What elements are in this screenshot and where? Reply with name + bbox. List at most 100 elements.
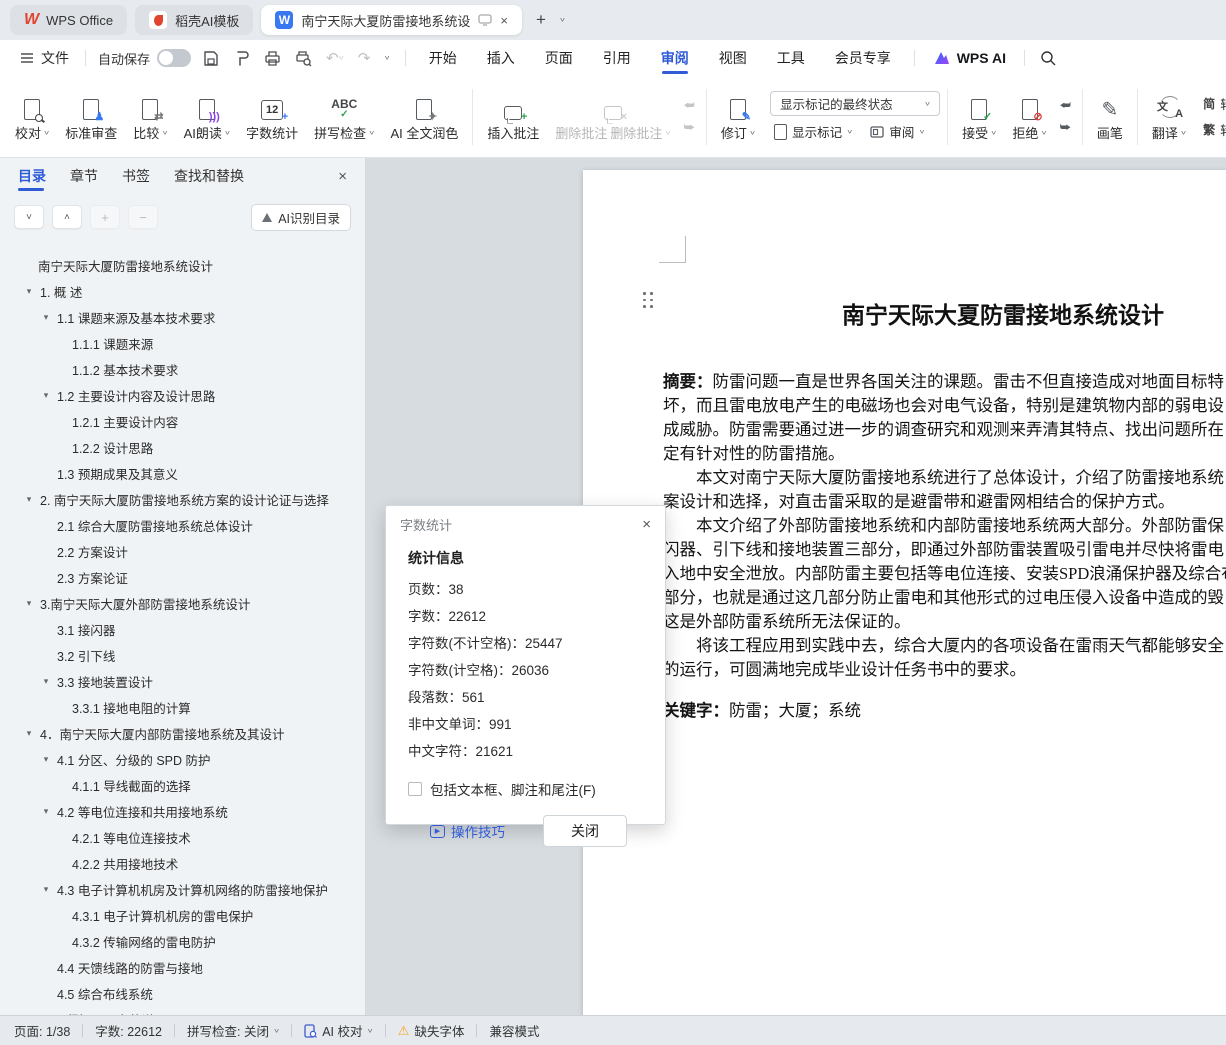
document-text-line[interactable]: 本文对南宁天际大厦防雷接地系统进行了总体设计，介绍了防雷接地系统 xyxy=(663,466,1226,490)
document-text-line[interactable]: 部分，也就是通过这几部分防止雷电和其他形式的过电压侵入设备中造成的毁 xyxy=(663,586,1226,610)
toc-item[interactable]: ▾ 4．南宁天际大厦内部防雷接地系统及其设计 xyxy=(0,720,359,746)
toc-item[interactable]: ▾ 4.2 等电位连接和共用接地系统 xyxy=(0,798,359,824)
proofread-button[interactable]: 校对˅ xyxy=(8,89,56,145)
document-text-line[interactable]: 闪器、引下线和接地装置三部分，即通过外部防雷装置吸引雷电并尽快将雷电 xyxy=(663,538,1226,562)
menu-item-tools[interactable]: 工具 xyxy=(762,40,820,76)
word-count-indicator[interactable]: 字数: 22612 xyxy=(95,1021,162,1040)
ai-polish-button[interactable]: ✦ AI 全文润色 xyxy=(383,89,465,145)
collapse-arrow-icon[interactable]: ▾ xyxy=(24,598,34,609)
tab-contents[interactable]: 目录 xyxy=(18,158,46,194)
output-pdf-button[interactable] xyxy=(226,50,257,67)
toc-item[interactable]: ▾ 2.2 方案设计 xyxy=(0,538,359,564)
document-page[interactable]: 南宁天际大夏防雷接地系统设计 摘要：防雷问题一直是世界各国关注的课题。雷击不但直… xyxy=(583,170,1226,1015)
toc-item[interactable]: ▾ 3.南宁天际大厦外部防雷接地系统设计 xyxy=(0,590,359,616)
compatibility-mode-indicator[interactable]: 兼容模式 xyxy=(489,1021,539,1040)
document-text-line[interactable]: 摘要：防雷问题一直是世界各国关注的课题。雷击不但直接造成对地面目标特 xyxy=(663,370,1226,394)
missing-font-warning[interactable]: ⚠缺失字体 xyxy=(398,1021,465,1040)
toc-item[interactable]: ▾ 2.1 综合大厦防雷接地系统总体设计 xyxy=(0,512,359,538)
spell-check-button[interactable]: ABC✓ 拼写检查˅ xyxy=(307,89,381,145)
tab-chapters[interactable]: 章节 xyxy=(70,158,98,194)
include-textbox-option[interactable]: 包括文本框、脚注和尾注(F) xyxy=(408,779,643,799)
document-text-line[interactable]: 坏，而且雷电放电产生的电磁场也会对电气设备，特别是建筑物内部的弱电设 xyxy=(663,394,1226,418)
next-comment-button[interactable]: ⮩ xyxy=(680,119,699,136)
menu-item-reference[interactable]: 引用 xyxy=(588,40,646,76)
toc-item[interactable]: ▾ 4.3.2 传输网络的雷电防护 xyxy=(0,928,359,954)
close-sidebar-icon[interactable]: × xyxy=(338,168,347,185)
document-text-line[interactable]: 这是外部防雷系统所无法保证的。 xyxy=(663,610,1226,634)
document-text-line[interactable]: 本文介绍了外部防雷接地系统和内部防雷接地系统两大部分。外部防雷保 xyxy=(663,514,1226,538)
insert-comment-button[interactable]: + 插入批注 xyxy=(480,89,546,145)
toc-item[interactable]: ▾ 3.3 接地装置设计 xyxy=(0,668,359,694)
collapse-arrow-icon[interactable]: ▾ xyxy=(41,754,51,765)
new-tab-button[interactable]: + xyxy=(530,10,552,30)
more-quick-actions-icon[interactable]: ˅ xyxy=(377,53,396,63)
page-indicator[interactable]: 页面: 1/38 xyxy=(14,1021,70,1040)
collapse-arrow-icon[interactable]: ▾ xyxy=(41,312,51,323)
collapse-arrow-icon[interactable]: ▾ xyxy=(24,286,34,297)
toc-item[interactable]: ▾ 4.1.1 导线截面的选择 xyxy=(0,772,359,798)
print-preview-button[interactable] xyxy=(288,50,319,67)
toc-item[interactable]: ▾ 3.2 引下线 xyxy=(0,642,359,668)
collapse-arrow-icon[interactable]: ▾ xyxy=(41,884,51,895)
menu-item-page[interactable]: 页面 xyxy=(530,40,588,76)
track-changes-button[interactable]: ✎ 修订˅ xyxy=(714,89,762,145)
toc-item[interactable]: ▾ 1.1.2 基本技术要求 xyxy=(0,356,359,382)
toc-item[interactable]: ▾ 1.2 主要设计内容及设计思路 xyxy=(0,382,359,408)
reject-button[interactable]: ⊘ 拒绝˅ xyxy=(1005,89,1053,145)
show-markup-button[interactable]: 显示标记˅ xyxy=(770,121,856,142)
redo-button[interactable]: ↷ xyxy=(351,49,378,67)
undo-button[interactable]: ↶˅ xyxy=(319,49,351,67)
document-body[interactable]: 摘要：防雷问题一直是世界各国关注的课题。雷击不但直接造成对地面目标特坏，而且雷电… xyxy=(663,370,1226,723)
toc-item[interactable]: ▾ 4.2.2 共用接地技术 xyxy=(0,850,359,876)
tab-bookmarks[interactable]: 书签 xyxy=(122,158,150,194)
toc-item[interactable]: ▾ 4.4 天馈线路的防雷与接地 xyxy=(0,954,359,980)
autosave-toggle[interactable] xyxy=(157,49,191,67)
to-traditional-button[interactable]: 简转繁 xyxy=(1199,93,1226,114)
toc-item[interactable]: ▾ 4.3 电子计算机机房及计算机网络的防雷接地保护 xyxy=(0,876,359,902)
toc-item[interactable]: ▾ 2.3 方案论证 xyxy=(0,564,359,590)
search-icon[interactable] xyxy=(1033,50,1063,66)
previous-change-button[interactable]: ⮨ xyxy=(1056,97,1075,114)
toc-item[interactable]: ▾ 1.3 预期成果及其意义 xyxy=(0,460,359,486)
close-tab-icon[interactable]: × xyxy=(500,13,508,28)
ai-recognize-toc-button[interactable]: AI识别目录 xyxy=(251,204,351,231)
document-tab[interactable]: W 南宁天际大夏防雷接地系统设 × xyxy=(261,5,522,35)
wps-ai-button[interactable]: WPS AI xyxy=(923,50,1016,66)
compare-button[interactable]: ⇄ 比较˅ xyxy=(126,89,174,145)
next-change-button[interactable]: ⮩ xyxy=(1056,119,1075,136)
dialog-title-bar[interactable]: 字数统计 × xyxy=(386,506,665,542)
delete-comment-button[interactable]: × 删除批注删除批注˅ xyxy=(548,89,677,145)
tips-link[interactable]: ▶ 操作技巧 xyxy=(430,821,505,841)
checkbox-unchecked-icon[interactable] xyxy=(408,782,422,796)
zoom-out-outline-button[interactable]: − xyxy=(128,205,158,229)
collapse-arrow-icon[interactable]: ▾ xyxy=(24,728,34,739)
save-button[interactable] xyxy=(195,50,226,67)
document-text-line[interactable]: 案设计和选择，对直击雷采取的是避雷带和避雷网相结合的保护方式。 xyxy=(663,490,1226,514)
toc-item[interactable]: ▾ 4.1 分区、分级的 SPD 防护 xyxy=(0,746,359,772)
ink-pen-button[interactable]: ✎ 画笔 xyxy=(1090,89,1130,145)
collapse-arrow-icon[interactable]: ▾ xyxy=(41,806,51,817)
toc-item[interactable]: ▾ 3.1 接闪器 xyxy=(0,616,359,642)
accept-button[interactable]: ✓ 接受˅ xyxy=(955,89,1003,145)
document-title[interactable]: 南宁天际大夏防雷接地系统设计 xyxy=(583,296,1226,330)
docer-ai-template-tab[interactable]: 稻壳AI模板 xyxy=(135,5,253,35)
review-pane-button[interactable]: 审阅˅ xyxy=(866,121,928,142)
standard-review-button[interactable]: ♟ 标准审查 xyxy=(58,89,124,145)
file-menu[interactable]: 文件 xyxy=(12,48,77,68)
toc-item[interactable]: ▾ 1.1.1 课题来源 xyxy=(0,330,359,356)
document-text-line[interactable]: 的运行，可圆满地完成毕业设计任务书中的要求。 xyxy=(663,658,1226,682)
wps-office-home-tab[interactable]: W WPS Office xyxy=(10,5,127,35)
tab-find-replace[interactable]: 查找和替换 xyxy=(174,158,244,194)
toc-item[interactable]: ▾ 5. 工程概况及安装说明 xyxy=(0,1006,359,1015)
menu-item-member[interactable]: 会员专享 xyxy=(820,40,906,76)
document-text-line[interactable]: 定有针对性的防雷措施。 xyxy=(663,442,1226,466)
menu-item-home[interactable]: 开始 xyxy=(414,40,472,76)
collapse-all-button[interactable]: ˄ xyxy=(52,205,82,229)
document-text-line[interactable]: 成威胁。防雷需要通过进一步的调查研究和观测来弄清其特点、找出问题所在 xyxy=(663,418,1226,442)
tab-preview-icon[interactable] xyxy=(478,14,492,26)
spellcheck-status[interactable]: 拼写检查: 关闭˅ xyxy=(187,1021,279,1040)
ai-read-aloud-button[interactable]: ))) AI朗读˅ xyxy=(177,89,238,145)
document-text-line[interactable]: 关键字：防雷；大厦；系统 xyxy=(663,699,1226,723)
toc-item[interactable]: ▾ 1.2.1 主要设计内容 xyxy=(0,408,359,434)
menu-item-insert[interactable]: 插入 xyxy=(472,40,530,76)
